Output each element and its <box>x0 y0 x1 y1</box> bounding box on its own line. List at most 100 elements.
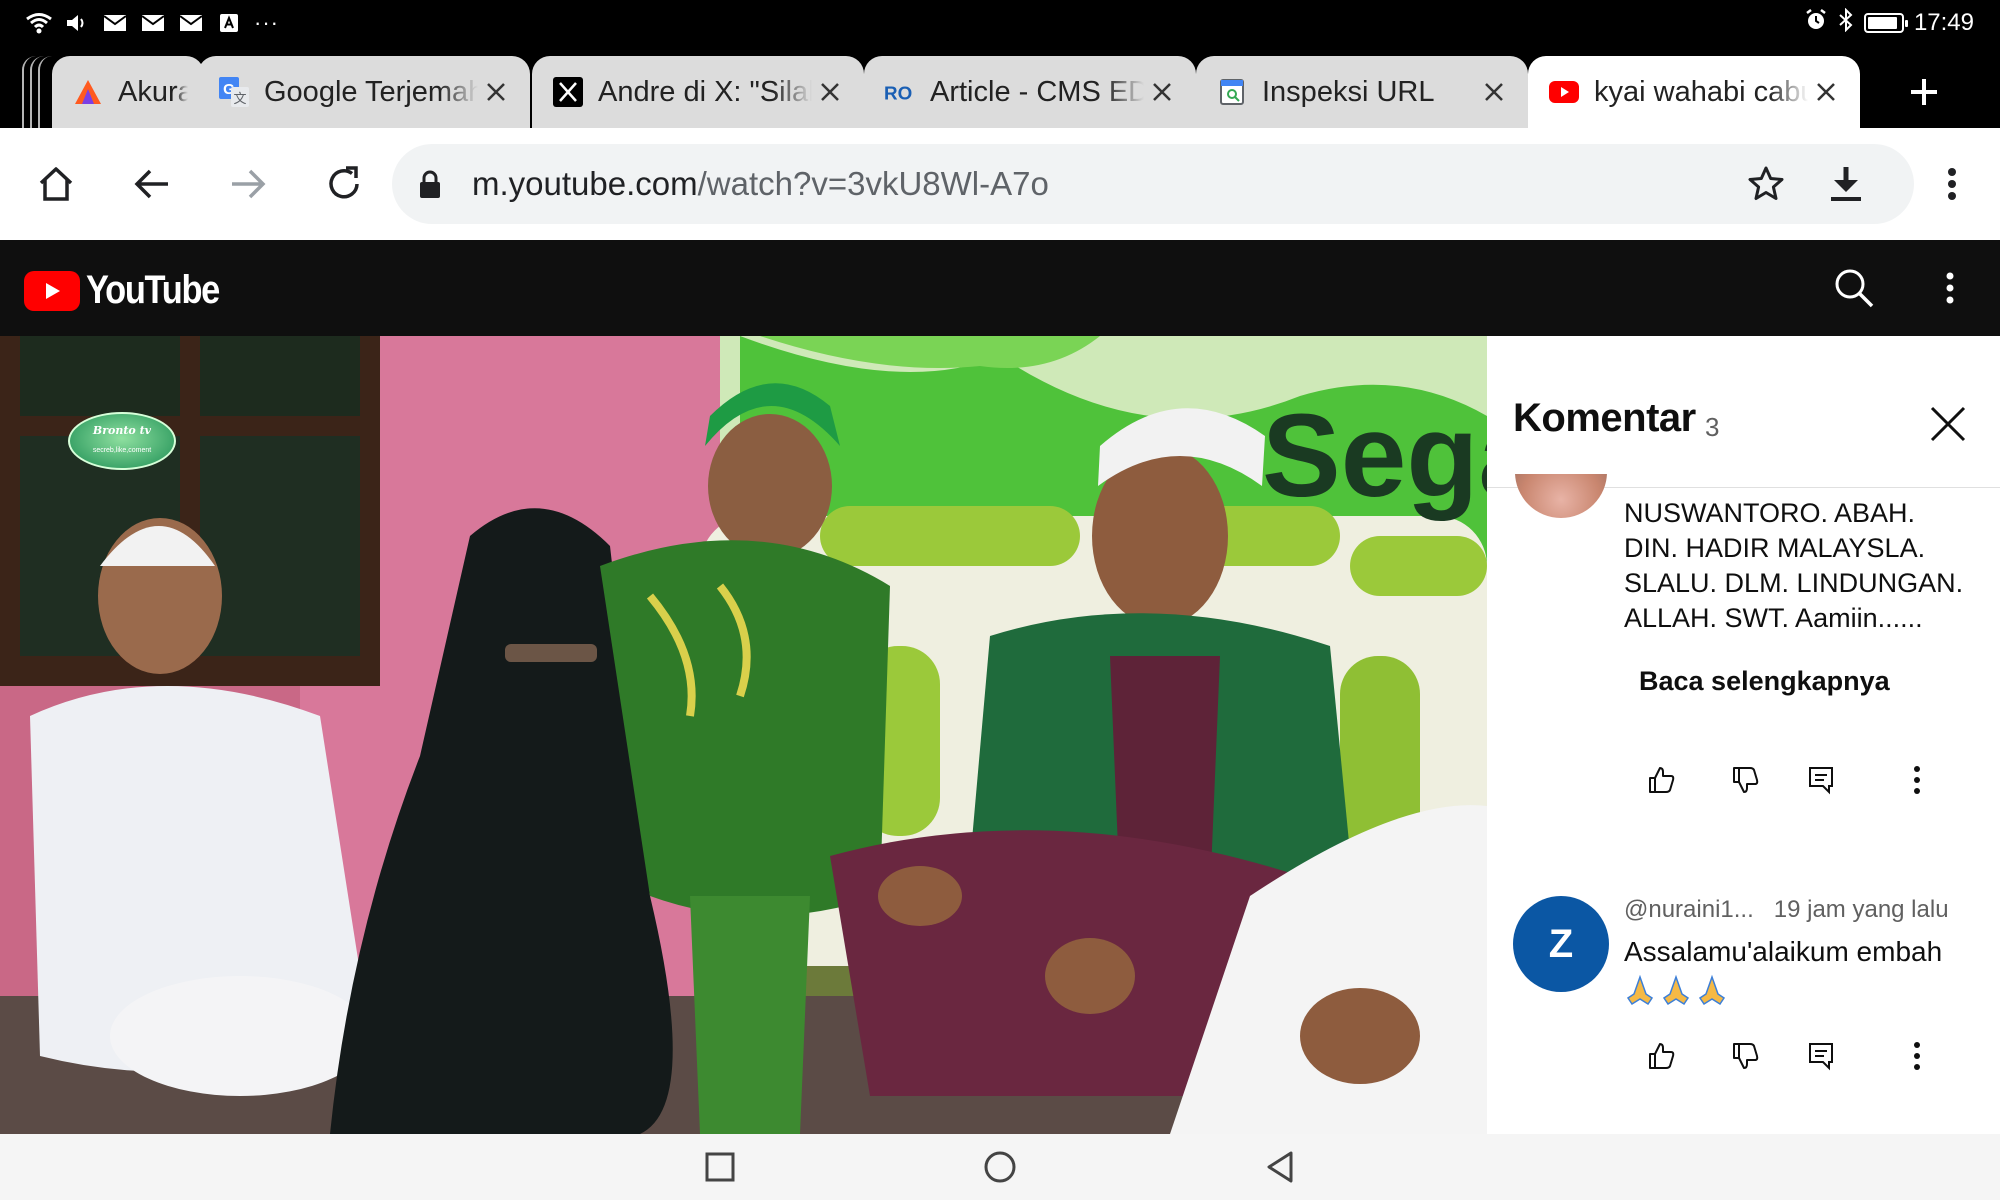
status-right-icons: 17:49 <box>1804 7 1974 39</box>
video-overlay-text: Sega <box>1262 390 1487 522</box>
battery-level <box>1867 17 1897 29</box>
recents-button[interactable] <box>696 1143 744 1191</box>
close-tab-icon[interactable] <box>1808 74 1844 110</box>
tab-andre-di-x[interactable]: Andre di X: "Silakan <box>532 56 864 128</box>
ro-favicon: RO <box>884 76 916 108</box>
tab-google-terjemahan[interactable]: G文 Google Terjemahan <box>198 56 530 128</box>
youtube-favicon <box>1548 76 1580 108</box>
comment-line: SLALU. DLM. LINDUNGAN. <box>1624 568 1964 598</box>
more-dots-icon: ··· <box>254 10 279 35</box>
reply-icon[interactable] <box>1797 1032 1845 1080</box>
comment-more-icon[interactable] <box>1893 1032 1941 1080</box>
wifi-icon <box>26 12 52 34</box>
close-tab-icon[interactable] <box>1144 74 1180 110</box>
tab-article-cms[interactable]: RO Article - CMS EDITOR <box>864 56 1196 128</box>
comment-text: Assalamu'alaikum embah <box>1624 936 1943 967</box>
comment-more-icon[interactable] <box>1893 756 1941 804</box>
channel-watermark: Bronto tv secreb,like,coment <box>68 412 176 470</box>
mail-icon <box>140 12 166 34</box>
bookmark-star-icon[interactable] <box>1742 160 1790 208</box>
youtube-play-icon <box>24 270 80 311</box>
search-icon[interactable] <box>1828 262 1880 314</box>
browser-menu-button[interactable] <box>1924 156 1980 212</box>
channel-watermark-subtitle: secreb,like,coment <box>92 447 152 454</box>
back-button[interactable] <box>124 156 180 212</box>
tab-title: Inspeksi URL <box>1262 75 1435 108</box>
dislike-icon[interactable] <box>1721 1032 1769 1080</box>
tab-title: Andre di X: "Silakan <box>598 75 812 108</box>
browser-toolbar: m.youtube.com/watch?v=3vkU8Wl-A7o <box>0 128 2000 240</box>
svg-text:文: 文 <box>233 92 246 107</box>
close-tab-icon[interactable] <box>812 74 848 110</box>
mail-icon <box>178 12 204 34</box>
like-icon[interactable] <box>1637 1032 1685 1080</box>
back-nav-button[interactable] <box>1256 1143 1304 1191</box>
comments-title: Komentar <box>1513 396 1696 440</box>
youtube-more-icon[interactable] <box>1928 262 1972 314</box>
comment-actions <box>1637 1032 1977 1080</box>
status-time: 17:49 <box>1913 9 1974 36</box>
comment-time: 19 jam yang lalu <box>1773 896 1949 923</box>
youtube-header: YouTube <box>0 240 2000 336</box>
download-icon[interactable] <box>1822 160 1870 208</box>
tab-inspeksi-url[interactable]: Inspeksi URL <box>1196 56 1528 128</box>
comments-count: 3 <box>1705 412 1720 442</box>
tab-title: Article - CMS EDITOR <box>930 75 1144 108</box>
tab-kyai-wahabi-cabul[interactable]: kyai wahabi cabul <box>1528 56 1860 128</box>
akurat-favicon <box>72 76 104 108</box>
comment-line: DIN. HADIR MALAYSLA. <box>1624 533 1926 563</box>
status-left-icons: ··· <box>26 8 279 38</box>
avatar[interactable] <box>1515 474 1607 518</box>
lock-icon[interactable] <box>418 170 446 200</box>
home-button[interactable] <box>28 156 84 212</box>
video-player[interactable]: Sega Bronto tv secreb,like,coment <box>0 336 1487 1134</box>
video-frame: Sega <box>0 336 1487 1134</box>
new-tab-button[interactable] <box>1900 68 1948 116</box>
close-tab-icon[interactable] <box>1476 74 1512 110</box>
close-comments-icon[interactable] <box>1924 400 1972 448</box>
mail-icon <box>102 12 128 34</box>
forward-button[interactable] <box>220 156 276 212</box>
comment-meta: @nuraini1... 19 jam yang lalu <box>1624 896 1949 924</box>
comment-text: NUSWANTORO. ABAH. DIN. HADIR MALAYSLA. S… <box>1624 496 1984 636</box>
tab-title: Akurat <box>118 75 188 108</box>
comments-panel: Komentar 3 NUSWANTORO. ABAH. DIN. HADIR … <box>1487 336 2000 1134</box>
android-screen: ··· 17:49 Akurat G文 Googl <box>0 0 2000 1200</box>
youtube-wordmark: YouTube <box>86 268 220 312</box>
comment-line: NUSWANTORO. ABAH. <box>1624 498 1916 528</box>
avatar[interactable]: Z <box>1513 896 1609 992</box>
stacked-tabs-indicator <box>22 56 52 128</box>
read-more-link[interactable]: Baca selengkapnya <box>1639 666 1890 697</box>
comment-actions <box>1637 756 1977 804</box>
reload-button[interactable] <box>316 156 372 212</box>
home-nav-button[interactable] <box>976 1143 1024 1191</box>
channel-watermark-title: Bronto tv <box>92 424 152 437</box>
battery-icon <box>1863 13 1908 33</box>
comment-line: ALLAH. SWT. Aamiin...... <box>1624 603 1923 633</box>
tab-akurat[interactable]: Akurat <box>52 56 204 128</box>
search-console-favicon <box>1216 76 1248 108</box>
volume-icon <box>64 12 90 34</box>
google-translate-favicon: G文 <box>218 76 250 108</box>
address-bar[interactable]: m.youtube.com/watch?v=3vkU8Wl-A7o <box>392 144 1914 224</box>
url-text[interactable]: m.youtube.com/watch?v=3vkU8Wl-A7o <box>472 165 1049 203</box>
tab-title: kyai wahabi cabul <box>1594 75 1808 108</box>
tab-title: Google Terjemahan <box>264 75 478 108</box>
system-navigation-bar <box>0 1134 2000 1200</box>
comment-emoji <box>1624 974 1728 1006</box>
url-host: m.youtube.com <box>472 165 698 202</box>
close-tab-icon[interactable] <box>478 74 514 110</box>
praying-hands-icon <box>1626 974 1726 1006</box>
dislike-icon[interactable] <box>1721 756 1769 804</box>
like-icon[interactable] <box>1637 756 1685 804</box>
tab-strip: Akurat G文 Google Terjemahan Andre di X: … <box>0 48 2000 128</box>
youtube-logo[interactable]: YouTube <box>24 268 241 313</box>
app-a-icon <box>216 12 242 34</box>
url-path: /watch?v=3vkU8Wl-A7o <box>697 165 1049 202</box>
svg-text:RO: RO <box>884 83 912 104</box>
comment-author[interactable]: @nuraini1... <box>1624 896 1754 923</box>
alarm-icon <box>1804 8 1828 39</box>
x-favicon <box>552 76 584 108</box>
status-bar: ··· 17:49 <box>0 0 2000 48</box>
reply-icon[interactable] <box>1797 756 1845 804</box>
